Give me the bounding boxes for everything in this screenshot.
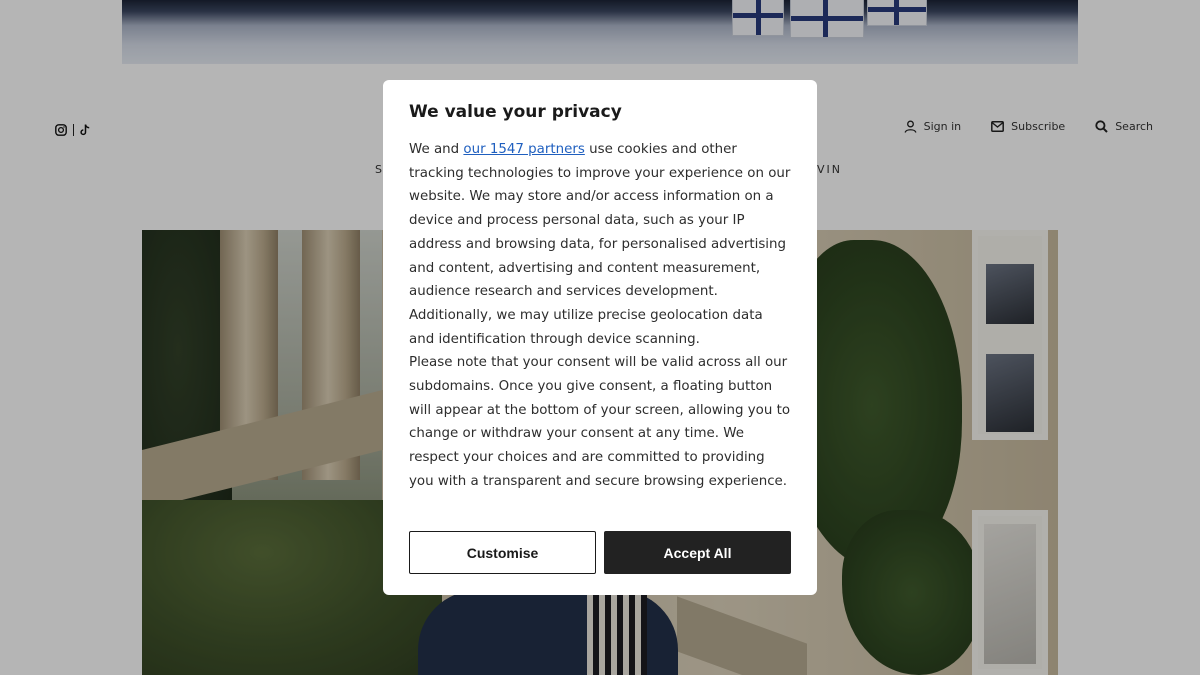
consent-intro: We and our 1547 partners use cookies and… — [409, 138, 791, 351]
consent-actions: Customise Accept All — [409, 531, 791, 574]
partners-link[interactable]: our 1547 partners — [463, 142, 584, 157]
consent-title: We value your privacy — [409, 102, 622, 122]
consent-intro-text: use cookies and other tracking technolog… — [409, 142, 791, 347]
consent-note: Please note that your consent will be va… — [409, 355, 791, 489]
consent-intro-lead: We and — [409, 142, 464, 157]
customise-button[interactable]: Customise — [409, 531, 596, 574]
accept-all-button[interactable]: Accept All — [604, 531, 791, 574]
consent-body: We and our 1547 partners use cookies and… — [409, 138, 791, 494]
cookie-consent-dialog: We value your privacy We and our 1547 pa… — [383, 80, 817, 595]
